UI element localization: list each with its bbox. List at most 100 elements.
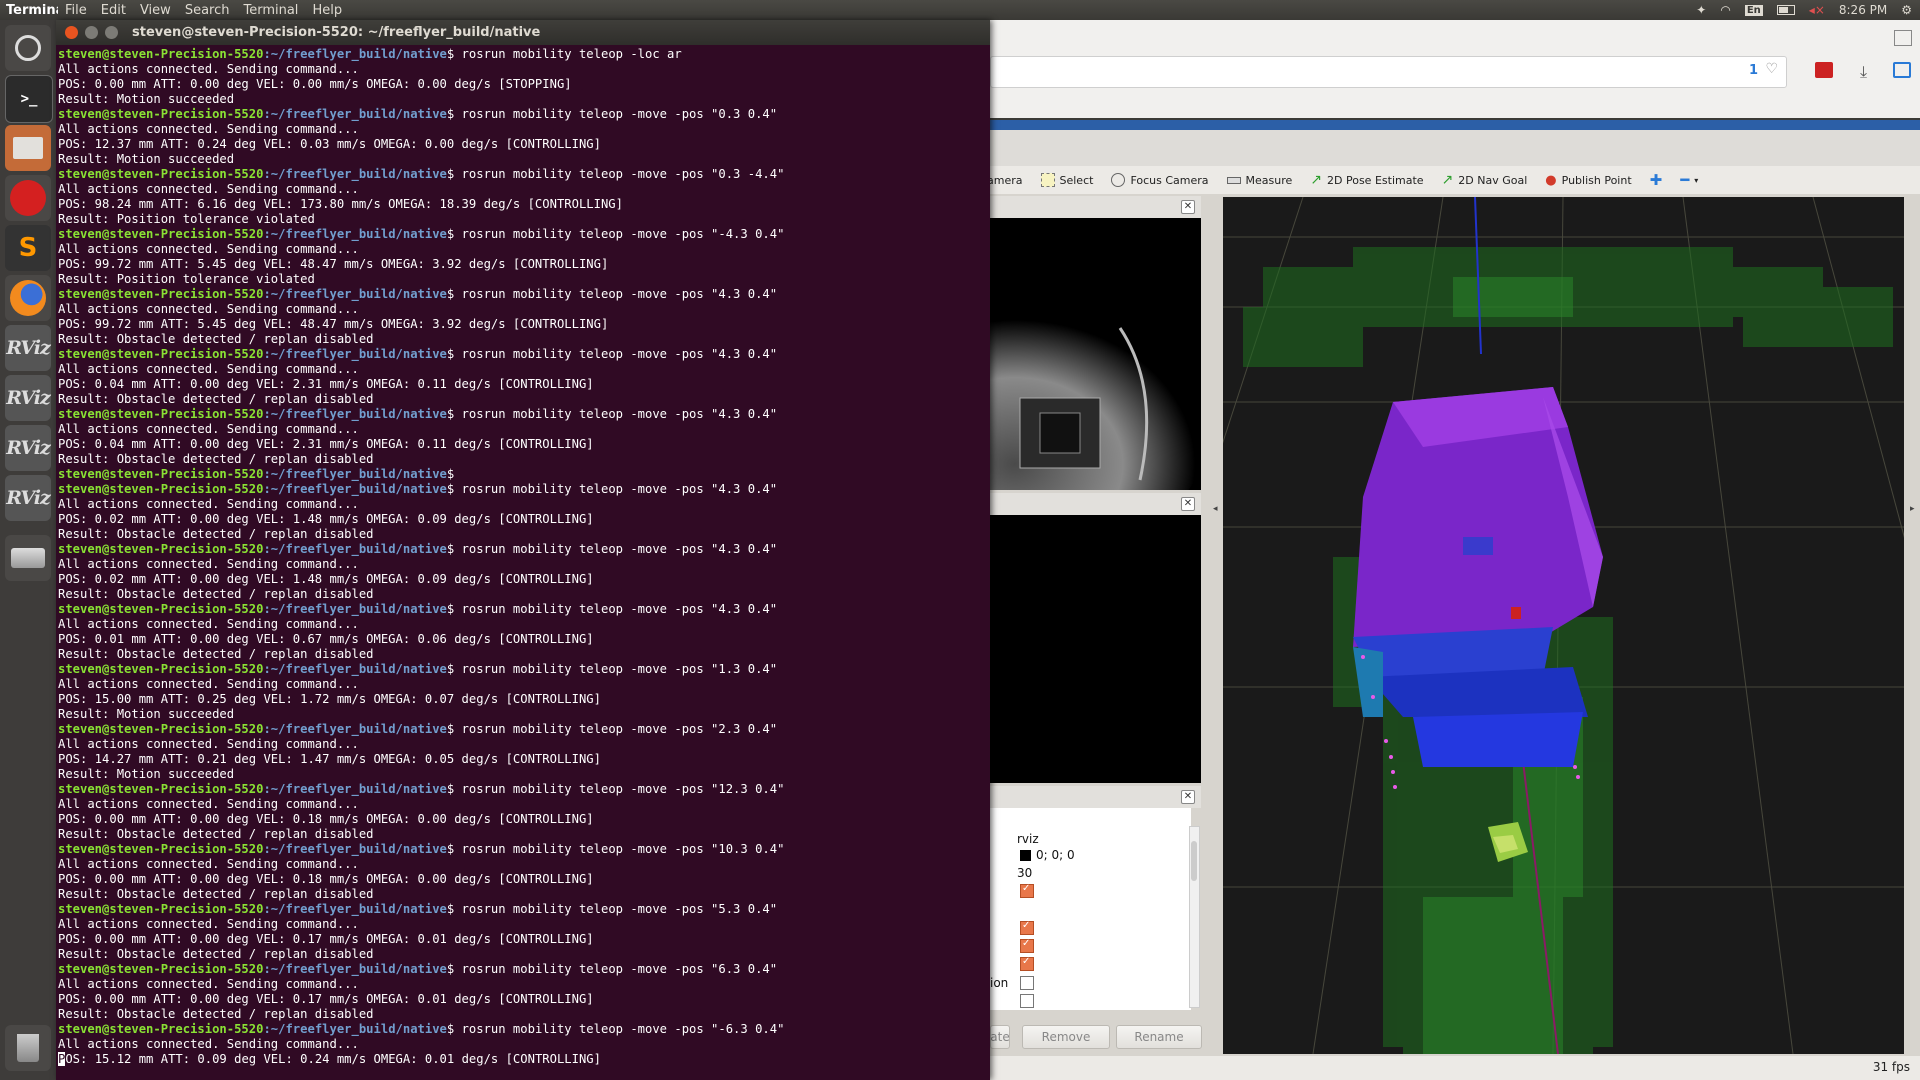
tool-focus-camera[interactable]: Focus Camera: [1102, 173, 1217, 187]
camera-image: [990, 218, 1201, 490]
terminal-output-line: Result: Obstacle detected / replan disab…: [58, 392, 374, 406]
tool-publish-point[interactable]: ● Publish Point: [1536, 173, 1640, 188]
maximize-window-icon[interactable]: [105, 26, 118, 39]
menu-terminal[interactable]: File: [58, 3, 94, 18]
command-text: rosrun mobility teleop -move -pos "10.3 …: [454, 842, 785, 856]
terminal-prompt-line: steven@steven-Precision-5520:~/freeflyer…: [58, 602, 990, 617]
command-text: rosrun mobility teleop -loc ar: [454, 47, 682, 61]
background-color-value[interactable]: 0; 0; 0: [1036, 848, 1075, 862]
terminal-output-line: All actions connected. Sending command..…: [58, 977, 359, 991]
launcher-rviz-3[interactable]: RViz: [5, 425, 51, 471]
menu-icon[interactable]: [1894, 30, 1912, 46]
launcher-rviz-4[interactable]: RViz: [5, 475, 51, 521]
tool-remove[interactable]: ━ ▾: [1671, 171, 1707, 189]
checkbox[interactable]: [1020, 920, 1034, 935]
rename-button[interactable]: Rename: [1116, 1025, 1202, 1049]
close-icon[interactable]: ✕: [1181, 200, 1195, 214]
remove-button[interactable]: Remove: [1022, 1025, 1110, 1049]
launcher-rviz-1[interactable]: RViz: [5, 325, 51, 371]
terminal-prompt-line: steven@steven-Precision-5520:~/freeflyer…: [58, 107, 990, 122]
display-label: ion: [990, 976, 1009, 990]
terminal-output-line: All actions connected. Sending command..…: [58, 182, 359, 196]
minimize-window-icon[interactable]: [85, 26, 98, 39]
download-icon[interactable]: ⤓: [1860, 62, 1867, 82]
menu-file[interactable]: Edit: [94, 3, 133, 18]
publish-point-icon: ●: [1545, 172, 1557, 188]
terminal-output-line: Result: Motion succeeded: [58, 767, 235, 781]
close-window-icon[interactable]: [65, 26, 78, 39]
volume-muted-icon[interactable]: ◂×: [1809, 3, 1825, 17]
launcher-terminal[interactable]: >_: [5, 75, 53, 123]
clock[interactable]: 8:26 PM: [1839, 3, 1887, 17]
menu-terminal-2[interactable]: Help: [305, 3, 349, 18]
network-icon[interactable]: ✦: [1696, 3, 1706, 17]
minus-icon: ━: [1680, 171, 1690, 189]
terminal-window[interactable]: steven@steven-Precision-5520: ~/freeflye…: [56, 20, 990, 1080]
scrollbar-thumb[interactable]: [1191, 841, 1197, 881]
fixed-frame-value[interactable]: rviz: [1017, 832, 1039, 846]
terminal-prompt-line: steven@steven-Precision-5520:~/freeflyer…: [58, 902, 990, 917]
scrollbar[interactable]: [1189, 826, 1200, 1008]
launcher-trash[interactable]: [5, 1025, 51, 1071]
terminal-prompt-line: steven@steven-Precision-5520:~/freeflyer…: [58, 782, 990, 797]
rviz-icon: RViz: [6, 337, 51, 359]
menu-view[interactable]: Search: [178, 3, 237, 18]
menu-edit[interactable]: View: [133, 3, 178, 18]
tool-measure[interactable]: Measure: [1218, 174, 1302, 187]
battery-icon[interactable]: [1776, 5, 1795, 15]
camera-panel-header: ✕: [990, 196, 1201, 218]
rviz-toolbar: amera Select Focus Camera Measure ↗ 2D Po…: [985, 166, 1920, 194]
terminal-output-line: Result: Obstacle detected / replan disab…: [58, 452, 374, 466]
terminal-output-line: POS: 12.37 mm ATT: 0.24 deg VEL: 0.03 mm…: [58, 137, 601, 151]
terminal-prompt-line: steven@steven-Precision-5520:~/freeflyer…: [58, 482, 990, 497]
tool-2d-pose-estimate[interactable]: ↗ 2D Pose Estimate: [1301, 172, 1432, 188]
terminal-output-line: All actions connected. Sending command..…: [58, 302, 359, 316]
prompt-path: :~/freeflyer_build/native: [263, 467, 447, 481]
launcher-disk-drive[interactable]: [5, 535, 51, 581]
close-icon[interactable]: ✕: [1181, 497, 1195, 511]
launcher-rviz-2[interactable]: RViz: [5, 375, 51, 421]
close-icon[interactable]: ✕: [1181, 790, 1195, 804]
terminal-output-line: All actions connected. Sending command..…: [58, 62, 359, 76]
prompt-user: steven@steven-Precision-5520: [58, 902, 264, 916]
terminal-output-line: POS: 0.00 mm ATT: 0.00 deg VEL: 0.18 mm/…: [58, 872, 594, 886]
checkbox[interactable]: [1020, 994, 1034, 1008]
wifi-icon[interactable]: ◠: [1720, 3, 1730, 17]
checkbox[interactable]: [1020, 883, 1034, 898]
tool-2d-nav-goal[interactable]: ↗ 2D Nav Goal: [1433, 172, 1537, 188]
tool-select[interactable]: Select: [1032, 173, 1103, 187]
terminal-titlebar[interactable]: steven@steven-Precision-5520: ~/freeflye…: [56, 20, 990, 45]
launcher-firefox[interactable]: [5, 275, 51, 321]
tool-add[interactable]: ✚: [1641, 171, 1672, 189]
displays-panel-header: ✕: [990, 786, 1201, 808]
3d-viewport[interactable]: [1223, 197, 1904, 1054]
keyboard-layout[interactable]: En: [1744, 4, 1763, 16]
collapse-right-icon[interactable]: ▸: [1910, 504, 1915, 514]
launcher-sublime-text[interactable]: S: [5, 225, 51, 271]
tool-camera[interactable]: amera: [985, 174, 1032, 187]
heart-icon[interactable]: ♡: [1765, 61, 1778, 77]
terminal-icon: >_: [20, 91, 38, 107]
focus-camera-icon: [1111, 173, 1126, 187]
prompt-user: steven@steven-Precision-5520: [58, 407, 264, 421]
collapse-left-icon[interactable]: ◂: [1213, 504, 1218, 514]
menu-search[interactable]: Terminal: [236, 3, 305, 18]
sync-icon[interactable]: [1893, 62, 1911, 78]
terminal-output-line: Result: Motion succeeded: [58, 152, 235, 166]
extension-icon[interactable]: [1815, 62, 1833, 78]
gear-icon[interactable]: ⚙: [1901, 3, 1912, 17]
terminal-prompt-line: steven@steven-Precision-5520:~/freeflyer…: [58, 467, 990, 482]
prompt-path: :~/freeflyer_build/native: [263, 47, 447, 61]
checkbox[interactable]: [1020, 976, 1034, 990]
prompt-symbol: $: [446, 467, 455, 481]
add-button[interactable]: ate: [990, 1025, 1010, 1049]
frame-rate-value[interactable]: 30: [1017, 866, 1032, 880]
launcher-ubuntu-dash[interactable]: [5, 25, 51, 71]
checkbox[interactable]: [1020, 938, 1034, 953]
terminal-output[interactable]: steven@steven-Precision-5520 :~/freeflyer…: [58, 45, 990, 1080]
launcher-files[interactable]: [5, 125, 51, 171]
address-bar[interactable]: 1 ♡: [990, 56, 1787, 88]
terminal-output-line: All actions connected. Sending command..…: [58, 497, 359, 511]
launcher-red-app[interactable]: [5, 175, 51, 221]
checkbox[interactable]: [1020, 956, 1034, 971]
